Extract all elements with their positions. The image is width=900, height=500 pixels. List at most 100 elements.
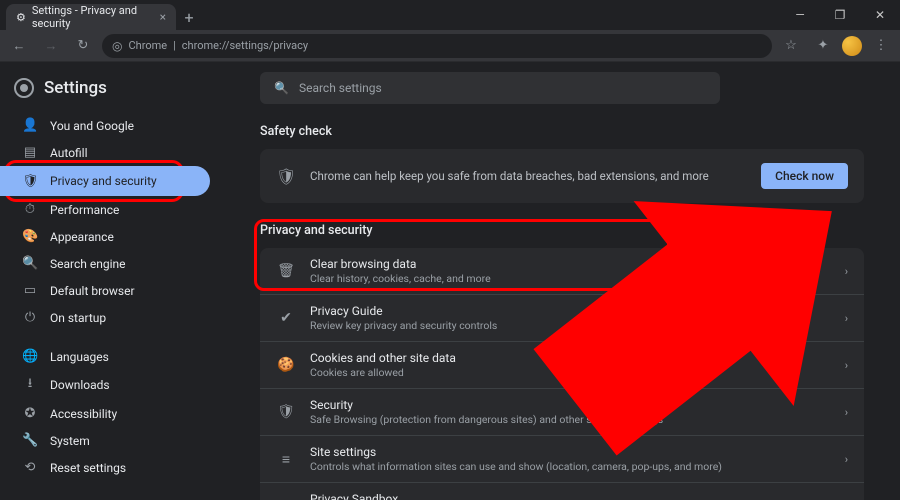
row-privacy-sandbox[interactable]: △ Privacy Sandbox Trial features are off… [260,482,864,500]
power-icon: ⏻ [22,310,38,325]
profile-avatar[interactable] [842,36,862,56]
download-icon: ⭳ [22,374,38,396]
trash-icon: 🗑 [276,263,296,279]
sidebar-item-system[interactable]: 🔧 System [0,427,210,454]
search-icon: 🔍 [22,256,38,271]
sidebar-item-languages[interactable]: 🌐 Languages [0,343,210,370]
sidebar-item-label: Reset settings [50,461,126,475]
sidebar-item-privacy-and-security[interactable]: 🛡 Privacy and security [0,166,210,196]
window-maximize-button[interactable]: ❐ [820,0,860,30]
new-tab-button[interactable]: + [176,4,202,30]
sidebar-item-label: Downloads [50,378,110,392]
sidebar-item-autofill[interactable]: ▤ Autofill [0,139,210,166]
safety-check-text: Chrome can help keep you safe from data … [310,169,747,183]
search-icon: 🔍 [274,81,289,95]
sidebar-item-label: Autofill [50,146,88,160]
page-title: Settings [44,78,107,98]
row-subtitle: Cookies are allowed [310,366,831,379]
row-title: Privacy Sandbox [310,492,825,500]
row-site-settings[interactable]: ≡ Site settings Controls what informatio… [260,435,864,482]
browser-tab[interactable]: ⚙ Settings - Privacy and security × [6,4,176,30]
guide-icon: ✔ [276,310,296,326]
window-titlebar: ⚙ Settings - Privacy and security × + — … [0,0,900,30]
row-cookies[interactable]: 🍪 Cookies and other site data Cookies ar… [260,341,864,388]
check-now-button[interactable]: Check now [761,163,848,189]
chrome-logo-icon [14,78,34,98]
row-subtitle: Review key privacy and security controls [310,319,831,332]
sidebar-item-label: System [50,434,90,448]
window-minimize-button[interactable]: — [780,0,820,30]
sidebar-item-label: You and Google [50,119,134,133]
shield-icon: 🛡 [22,174,38,189]
sidebar-item-label: Performance [50,203,119,217]
sidebar-item-label: Languages [50,350,109,364]
row-subtitle: Controls what information sites can use … [310,460,831,473]
sidebar-item-label: Appearance [50,230,114,244]
reload-button[interactable]: ↻ [70,33,96,59]
sidebar-item-you-and-google[interactable]: 👤 You and Google [0,112,210,139]
tab-title: Settings - Privacy and security [32,4,148,30]
speedometer-icon: ⏱ [22,202,38,217]
palette-icon: 🎨 [22,229,38,244]
sidebar-item-default-browser[interactable]: ▭ Default browser [0,277,210,304]
sidebar-item-label: Accessibility [50,407,117,421]
shield-check-icon: 🛡 [276,167,296,186]
reset-icon: ⟲ [22,460,38,475]
autofill-icon: ▤ [22,145,38,160]
wrench-icon: 🔧 [22,433,38,448]
row-title: Clear browsing data [310,257,831,271]
settings-header: Settings [0,74,230,112]
chevron-right-icon: › [845,453,848,466]
toolbar: ← → ↻ ◎ Chrome | chrome://settings/priva… [0,30,900,62]
sidebar-item-reset-settings[interactable]: ⟲ Reset settings [0,454,210,481]
search-input[interactable]: 🔍 Search settings [260,72,720,104]
sidebar-item-label: Search engine [50,257,125,271]
tune-icon: ≡ [276,451,296,468]
row-privacy-guide[interactable]: ✔ Privacy Guide Review key privacy and s… [260,294,864,341]
row-security[interactable]: 🛡 Security Safe Browsing (protection fro… [260,388,864,435]
accessibility-icon: ✪ [22,406,38,421]
sidebar-item-label: On startup [50,311,106,325]
sidebar-item-on-startup[interactable]: ⏻ On startup [0,304,210,331]
forward-button[interactable]: → [38,33,64,59]
sidebar-item-downloads[interactable]: ⭳ Downloads [0,370,210,400]
search-placeholder: Search settings [299,81,382,95]
sidebar-item-label: Privacy and security [50,174,157,188]
extensions-icon[interactable]: ✦ [810,33,836,59]
sidebar-item-accessibility[interactable]: ✪ Accessibility [0,400,210,427]
security-icon: 🛡 [276,404,296,420]
cookie-icon: 🍪 [276,357,296,373]
sidebar-item-appearance[interactable]: 🎨 Appearance [0,223,210,250]
kebab-menu-icon[interactable]: ⋮ [868,33,894,59]
row-subtitle: Clear history, cookies, cache, and more [310,272,831,285]
address-bar[interactable]: ◎ Chrome | chrome://settings/privacy [102,34,772,58]
bookmark-star-icon[interactable]: ☆ [778,33,804,59]
chevron-right-icon: › [845,359,848,372]
row-title: Privacy Guide [310,304,831,318]
row-title: Security [310,398,831,412]
sidebar-item-performance[interactable]: ⏱ Performance [0,196,210,223]
chrome-icon: ◎ [112,39,122,53]
sidebar-item-search-engine[interactable]: 🔍 Search engine [0,250,210,277]
back-button[interactable]: ← [6,33,32,59]
window-close-button[interactable]: ✕ [860,0,900,30]
settings-sidebar: Settings 👤 You and Google ▤ Autofill 🛡 P… [0,62,230,500]
globe-icon: 🌐 [22,349,38,364]
gear-icon: ⚙ [16,11,26,24]
privacy-security-heading: Privacy and security [260,223,864,238]
url-scheme: Chrome [128,39,167,52]
row-title: Site settings [310,445,831,459]
chevron-right-icon: › [845,265,848,278]
tab-close-icon[interactable]: × [160,10,166,24]
chevron-right-icon: › [845,406,848,419]
safety-check-card: 🛡 Chrome can help keep you safe from dat… [260,149,864,203]
url-sep: | [173,39,176,52]
sidebar-item-extensions[interactable]: ✦ Extensions ↗ [0,493,210,500]
settings-main: 🔍 Search settings Safety check 🛡 Chrome … [230,62,900,500]
url-path: chrome://settings/privacy [182,39,308,52]
row-title: Cookies and other site data [310,351,831,365]
browser-icon: ▭ [22,283,38,298]
sidebar-item-label: Default browser [50,284,135,298]
safety-check-heading: Safety check [260,124,864,139]
row-clear-browsing-data[interactable]: 🗑 Clear browsing data Clear history, coo… [260,248,864,294]
